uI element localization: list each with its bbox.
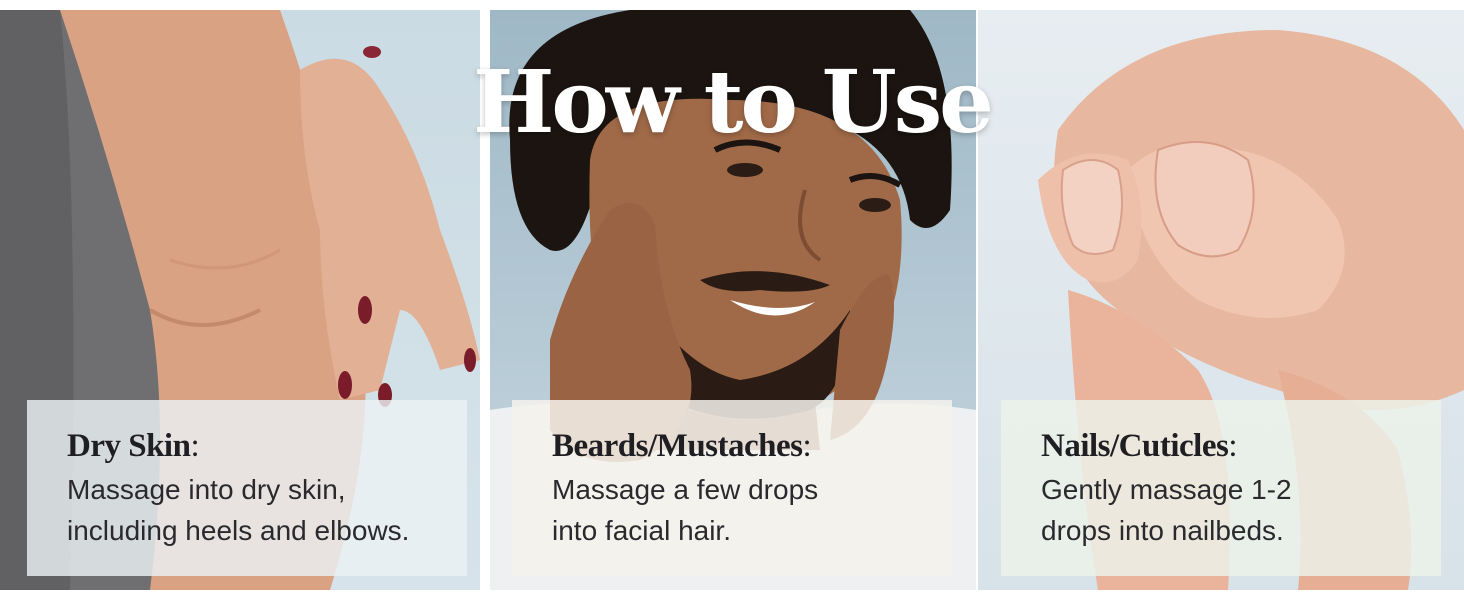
card-text-line-2: including heels and elbows. [67, 515, 410, 546]
info-card-dry-skin: Dry Skin: Massage into dry skin, includi… [27, 400, 467, 576]
card-text-line-2: into facial hair. [552, 515, 731, 546]
card-text-line-1: Massage into dry skin, [67, 474, 346, 505]
card-heading: Dry Skin: [67, 428, 200, 464]
info-card-nails: Nails/Cuticles: Gently massage 1-2 drops… [1001, 400, 1441, 576]
card-text-line-2: drops into nailbeds. [1041, 515, 1284, 546]
page-title: How to Use [473, 52, 994, 153]
card-heading: Nails/Cuticles: [1041, 428, 1237, 464]
card-heading: Beards/Mustaches: [552, 428, 812, 464]
info-card-beards: Beards/Mustaches: Massage a few drops in… [512, 400, 952, 576]
card-text-line-1: Gently massage 1-2 [1041, 474, 1292, 505]
card-text-line-1: Massage a few drops [552, 474, 819, 505]
